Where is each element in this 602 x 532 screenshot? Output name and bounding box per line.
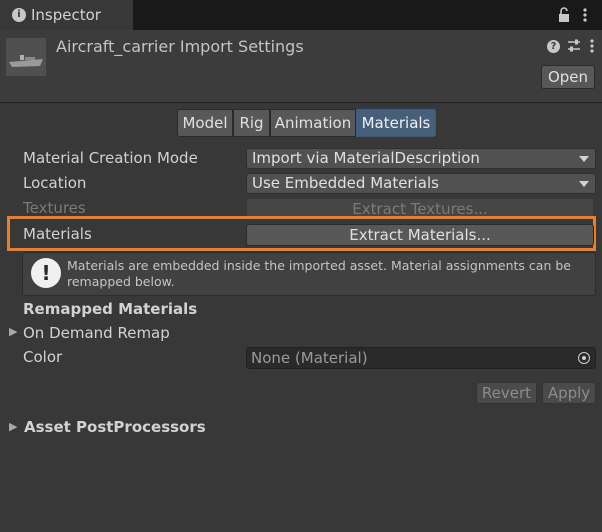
remapped-materials-heading: Remapped Materials [23, 300, 198, 318]
kebab-menu-icon[interactable] [580, 7, 590, 23]
dropdown-arrow-icon [579, 181, 589, 187]
tab-materials[interactable]: Materials [356, 109, 436, 137]
creation-mode-label: Material Creation Mode [23, 149, 198, 167]
asset-thumbnail [6, 38, 46, 76]
location-value: Use Embedded Materials [252, 174, 439, 192]
on-demand-remap-foldout[interactable]: On Demand Remap [23, 324, 170, 342]
helpbox-text: Materials are embedded inside the import… [67, 258, 571, 289]
preset-settings-icon[interactable] [566, 38, 582, 54]
foldout-arrow-icon[interactable]: ▶ [9, 420, 17, 433]
warning-icon: ! [31, 258, 61, 288]
asset-postprocessors-foldout[interactable]: Asset PostProcessors [24, 418, 206, 436]
tab-title: Inspector [31, 6, 101, 24]
color-material-value: None (Material) [251, 349, 368, 367]
lock-icon[interactable] [557, 7, 571, 23]
help-icon[interactable]: ? [547, 40, 560, 53]
creation-mode-dropdown[interactable]: Import via MaterialDescription [246, 148, 596, 169]
apply-button[interactable]: Apply [542, 382, 596, 404]
object-picker-icon[interactable] [578, 352, 590, 364]
tab-model[interactable]: Model [177, 109, 233, 137]
foldout-arrow-icon[interactable]: ▶ [9, 325, 17, 338]
asset-title: Aircraft_carrier Import Settings [56, 37, 304, 56]
color-material-field[interactable]: None (Material) [246, 347, 596, 369]
location-label: Location [23, 174, 87, 192]
color-label: Color [23, 348, 63, 366]
info-helpbox: ! Materials are embedded inside the impo… [22, 252, 596, 296]
extract-materials-button[interactable]: Extract Materials... [246, 224, 594, 246]
textures-label: Textures [23, 199, 86, 217]
info-icon: i [12, 8, 26, 22]
creation-mode-value: Import via MaterialDescription [252, 149, 480, 167]
inspector-header: Aircraft_carrier Import Settings ? Open [0, 30, 602, 103]
dropdown-arrow-icon [579, 156, 589, 162]
inspector-tab[interactable]: i Inspector [0, 0, 133, 31]
tab-rig[interactable]: Rig [233, 109, 270, 137]
materials-label: Materials [23, 225, 92, 243]
tab-animation[interactable]: Animation [270, 109, 356, 137]
revert-button[interactable]: Revert [476, 382, 537, 404]
open-button[interactable]: Open [541, 65, 595, 89]
more-menu-icon[interactable] [588, 38, 596, 54]
location-dropdown[interactable]: Use Embedded Materials [246, 173, 596, 194]
